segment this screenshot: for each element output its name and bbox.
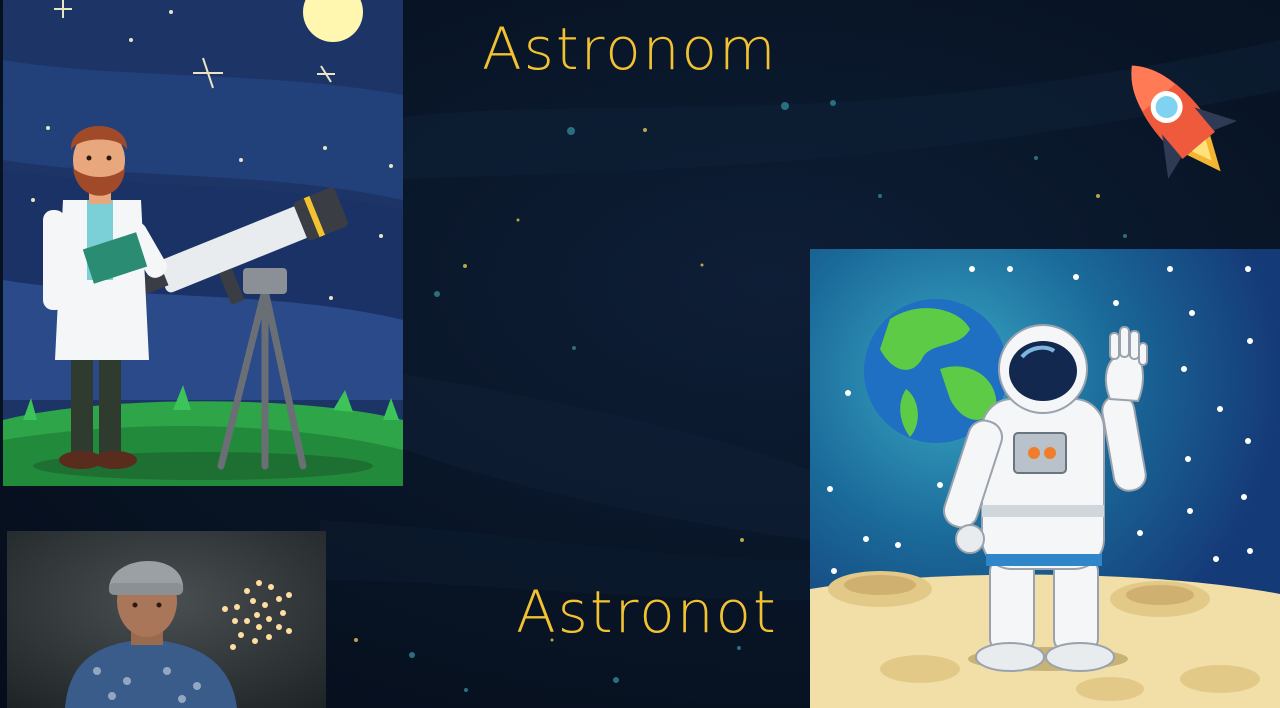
presenter-video xyxy=(7,531,326,708)
astronomer-illustration xyxy=(3,0,403,486)
slide-title-astronom: Astronom xyxy=(482,15,778,83)
slide: Astronom Astronot xyxy=(0,0,1280,708)
slide-title-astronot: Astronot xyxy=(516,578,778,646)
astronaut-illustration xyxy=(810,249,1280,708)
rocket-icon xyxy=(1131,65,1238,179)
